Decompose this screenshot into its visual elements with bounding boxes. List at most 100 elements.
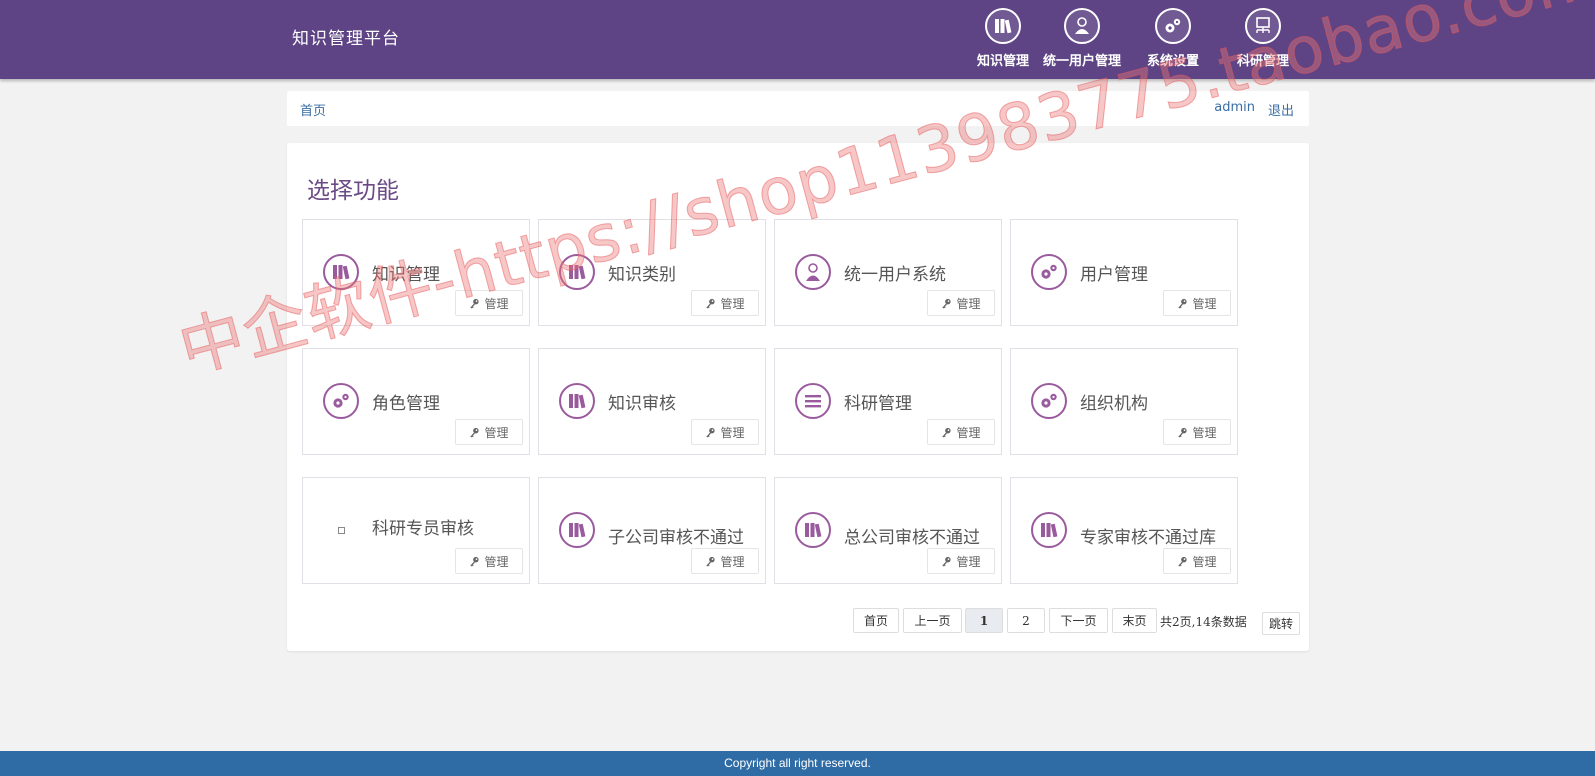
nav-system-settings[interactable]: 系统设置 [1147, 8, 1199, 69]
manage-button[interactable]: 管理 [1163, 548, 1231, 574]
function-card[interactable]: 科研专员审核 管理 [302, 477, 530, 584]
manage-button[interactable]: 管理 [455, 419, 523, 445]
key-icon [941, 298, 956, 309]
manage-button[interactable]: 管理 [1163, 419, 1231, 445]
function-card-label: 组织机构 [1080, 394, 1148, 414]
network-icon [1245, 8, 1281, 44]
function-card[interactable]: 组织机构管理 [1010, 348, 1238, 455]
key-icon [705, 427, 720, 438]
books-icon [559, 383, 595, 419]
pager-first-button[interactable]: 首页 [853, 608, 899, 633]
manage-button[interactable]: 管理 [691, 548, 759, 574]
nav-unified-user-management[interactable]: 统一用户管理 [1043, 8, 1121, 69]
nav-label: 系统设置 [1147, 54, 1200, 69]
breadcrumb-home-link[interactable]: 首页 [300, 100, 326, 119]
top-header: 知识管理平台 知识管理 统一用户管理 系统设置 科研管理 [0, 0, 1595, 79]
function-card-label: 角色管理 [372, 394, 440, 414]
function-card-label: 科研专员审核 [372, 519, 474, 539]
function-panel: 选择功能 知识管理 管理 知识类别 管理 统一用户系统 管理 用户管理 管理 角色管理 管理 知识审… [287, 143, 1309, 651]
manage-button-label: 管理 [956, 554, 981, 569]
function-card-label: 科研管理 [844, 394, 912, 414]
list-icon [795, 383, 831, 419]
manage-button-label: 管理 [956, 296, 981, 311]
books-icon [985, 8, 1021, 44]
key-icon [1177, 298, 1192, 309]
function-card-label: 总公司审核不通过 [844, 528, 980, 548]
gears-icon [1155, 8, 1191, 44]
page-title: 选择功能 [307, 178, 399, 204]
function-card[interactable]: 角色管理管理 [302, 348, 530, 455]
manage-button-label: 管理 [484, 296, 509, 311]
pager-next-button[interactable]: 下一页 [1049, 608, 1108, 633]
function-card-label: 专家审核不通过库 [1080, 528, 1216, 548]
current-user-link[interactable]: admin [1214, 100, 1255, 115]
manage-button[interactable]: 管理 [455, 290, 523, 316]
function-card[interactable]: 知识类别管理 [538, 219, 766, 326]
manage-button[interactable]: 管理 [927, 419, 995, 445]
broken-image-icon [323, 512, 359, 548]
function-card[interactable]: 用户管理管理 [1010, 219, 1238, 326]
key-icon [469, 556, 484, 567]
key-icon [469, 427, 484, 438]
function-card-label: 知识审核 [608, 394, 676, 414]
manage-button-label: 管理 [1192, 554, 1217, 569]
manage-button-label: 管理 [720, 296, 745, 311]
nav-knowledge-management[interactable]: 知识管理 [977, 8, 1029, 69]
manage-button-label: 管理 [1192, 425, 1217, 440]
key-icon [1177, 556, 1192, 567]
key-icon [941, 556, 956, 567]
pager-last-button[interactable]: 末页 [1112, 608, 1157, 633]
function-card-label: 子公司审核不通过 [608, 528, 744, 548]
function-card[interactable]: 知识审核管理 [538, 348, 766, 455]
manage-button[interactable]: 管理 [927, 548, 995, 574]
manage-button-label: 管理 [720, 425, 745, 440]
books-icon [559, 254, 595, 290]
function-card-label: 知识管理 [372, 265, 440, 285]
pager-prev-button[interactable]: 上一页 [903, 608, 962, 633]
books-icon [559, 512, 595, 548]
manage-button[interactable]: 管理 [455, 548, 523, 574]
books-icon [1031, 512, 1067, 548]
manage-button-label: 管理 [956, 425, 981, 440]
function-card-label: 统一用户系统 [844, 265, 946, 285]
function-card[interactable]: 专家审核不通过库管理 [1010, 477, 1238, 584]
manage-button-label: 管理 [484, 554, 509, 569]
pager-page-1-button[interactable]: 1 [965, 608, 1003, 633]
books-icon [795, 512, 831, 548]
user-icon [1064, 8, 1100, 44]
key-icon [469, 298, 484, 309]
key-icon [705, 556, 720, 567]
pager-page-2-button[interactable]: 2 [1007, 608, 1045, 633]
books-icon [323, 254, 359, 290]
manage-button[interactable]: 管理 [691, 419, 759, 445]
manage-button[interactable]: 管理 [691, 290, 759, 316]
nav-label: 科研管理 [1237, 54, 1290, 69]
pager-info: 共2页,14条数据 [1160, 615, 1247, 629]
user-icon [795, 254, 831, 290]
function-card[interactable]: 子公司审核不通过管理 [538, 477, 766, 584]
manage-button-label: 管理 [484, 425, 509, 440]
nav-research-management[interactable]: 科研管理 [1237, 8, 1289, 69]
nav-label: 统一用户管理 [1043, 54, 1122, 69]
gears-icon [1031, 383, 1067, 419]
nav-label: 知识管理 [977, 54, 1030, 69]
gears-icon [1031, 254, 1067, 290]
manage-button[interactable]: 管理 [1163, 290, 1231, 316]
pager-jump-button[interactable]: 跳转 [1262, 612, 1300, 635]
logout-link[interactable]: 退出 [1268, 100, 1294, 119]
manage-button-label: 管理 [1192, 296, 1217, 311]
function-card[interactable]: 总公司审核不通过管理 [774, 477, 1002, 584]
key-icon [941, 427, 956, 438]
function-card[interactable]: 知识管理管理 [302, 219, 530, 326]
function-card[interactable]: 科研管理管理 [774, 348, 1002, 455]
app-brand: 知识管理平台 [292, 29, 400, 49]
footer-copyright: Copyright all right reserved. [0, 751, 1595, 776]
manage-button-label: 管理 [720, 554, 745, 569]
function-card[interactable]: 统一用户系统 管理 [774, 219, 1002, 326]
key-icon [705, 298, 720, 309]
manage-button[interactable]: 管理 [927, 290, 995, 316]
breadcrumb: 首页 admin 退出 [287, 91, 1309, 126]
key-icon [1177, 427, 1192, 438]
function-card-label: 用户管理 [1080, 265, 1148, 285]
function-card-label: 知识类别 [608, 265, 676, 285]
